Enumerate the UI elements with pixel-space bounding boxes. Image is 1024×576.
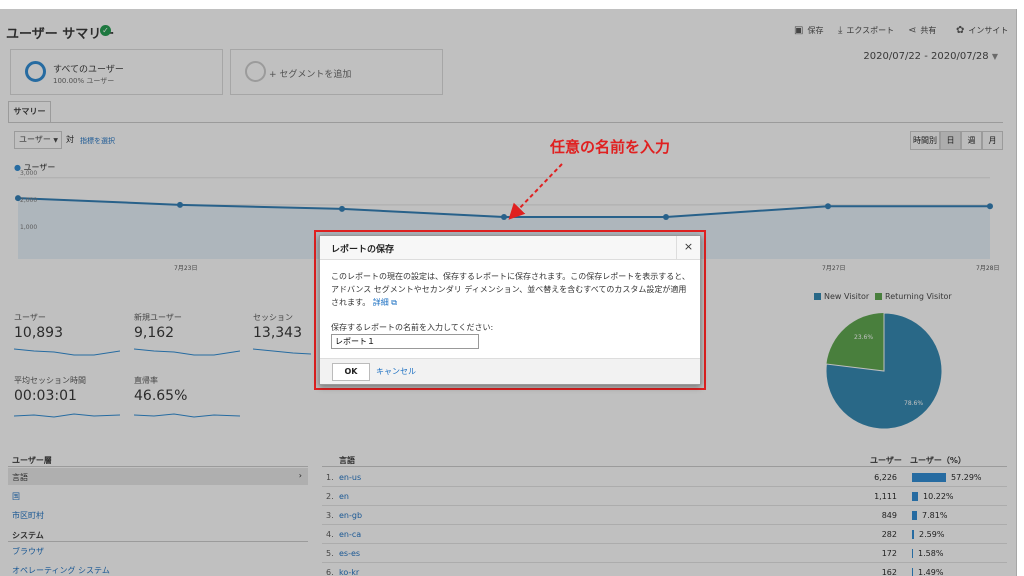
external-link-icon: ⧉: [391, 298, 398, 307]
detail-link[interactable]: 詳細: [373, 298, 389, 307]
report-name-input[interactable]: [331, 334, 479, 349]
report-name-prompt: 保存するレポートの名前を入力してください:: [331, 323, 494, 332]
annotation-arrow: [508, 163, 563, 220]
close-icon: ×: [683, 240, 694, 253]
dialog-description: このレポートの現在の設定は、保存するレポートに保存されます。この保存レポートを表…: [331, 270, 691, 309]
close-button[interactable]: ×: [676, 236, 700, 259]
dialog-footer: OK キャンセル: [320, 358, 700, 384]
cancel-button[interactable]: キャンセル: [376, 366, 416, 377]
ok-button[interactable]: OK: [332, 363, 370, 381]
dialog-title: レポートの保存: [331, 245, 395, 255]
dialog-header: レポートの保存 ×: [320, 236, 700, 260]
save-report-dialog: レポートの保存 × このレポートの現在の設定は、保存するレポートに保存されます。…: [319, 235, 701, 385]
annotation-label: 任意の名前を入力: [550, 138, 671, 156]
